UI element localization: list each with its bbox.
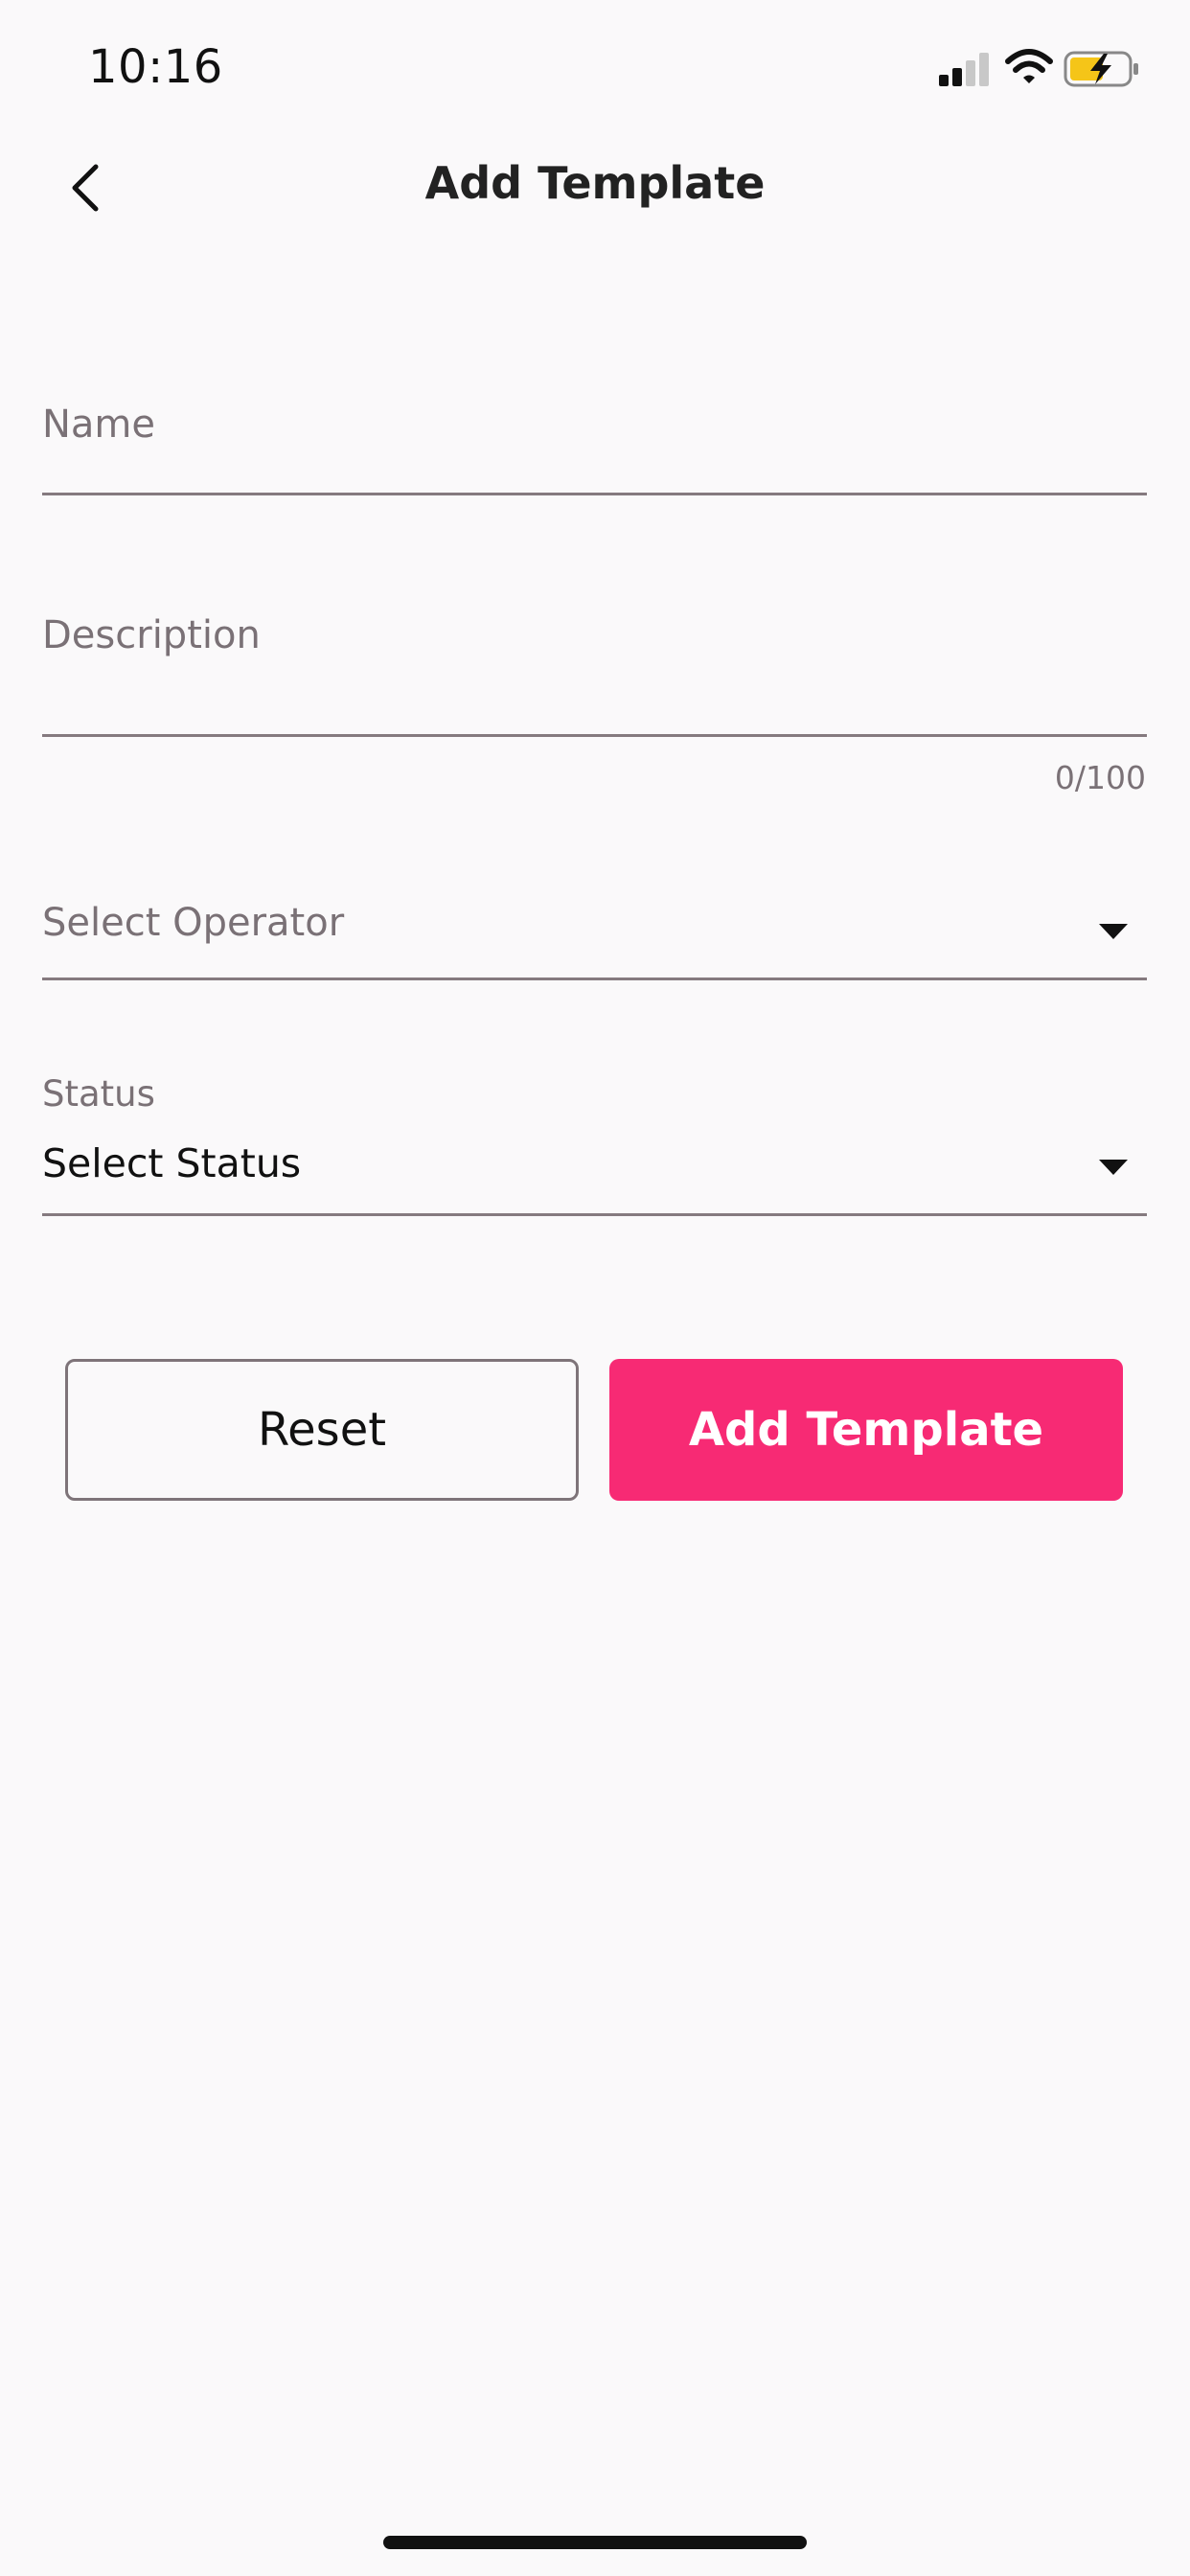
- page-title: Add Template: [424, 157, 766, 209]
- name-placeholder: Name: [42, 402, 156, 447]
- add-template-button[interactable]: Add Template: [609, 1359, 1123, 1501]
- description-field[interactable]: Description: [42, 613, 1147, 736]
- status-underline: [42, 1213, 1147, 1216]
- status-label: Status: [42, 1073, 155, 1115]
- name-field[interactable]: Name: [42, 402, 1147, 493]
- home-indicator: [383, 2536, 807, 2549]
- status-value: Select Status: [42, 1140, 302, 1186]
- operator-placeholder: Select Operator: [42, 901, 345, 945]
- wifi-icon: [1005, 49, 1053, 83]
- battery-charging-icon: [1064, 51, 1138, 87]
- operator-underline: [42, 978, 1147, 980]
- description-counter: 0/100: [1054, 759, 1146, 796]
- cellular-signal-icon: [939, 53, 989, 86]
- name-underline: [42, 493, 1147, 495]
- description-underline: [42, 734, 1147, 737]
- caret-down-icon: [1099, 924, 1128, 939]
- status-time: 10:16: [88, 40, 223, 94]
- caret-down-icon: [1099, 1160, 1128, 1175]
- description-placeholder: Description: [42, 613, 261, 657]
- reset-button[interactable]: Reset: [65, 1359, 579, 1501]
- operator-select[interactable]: Select Operator: [42, 901, 1147, 978]
